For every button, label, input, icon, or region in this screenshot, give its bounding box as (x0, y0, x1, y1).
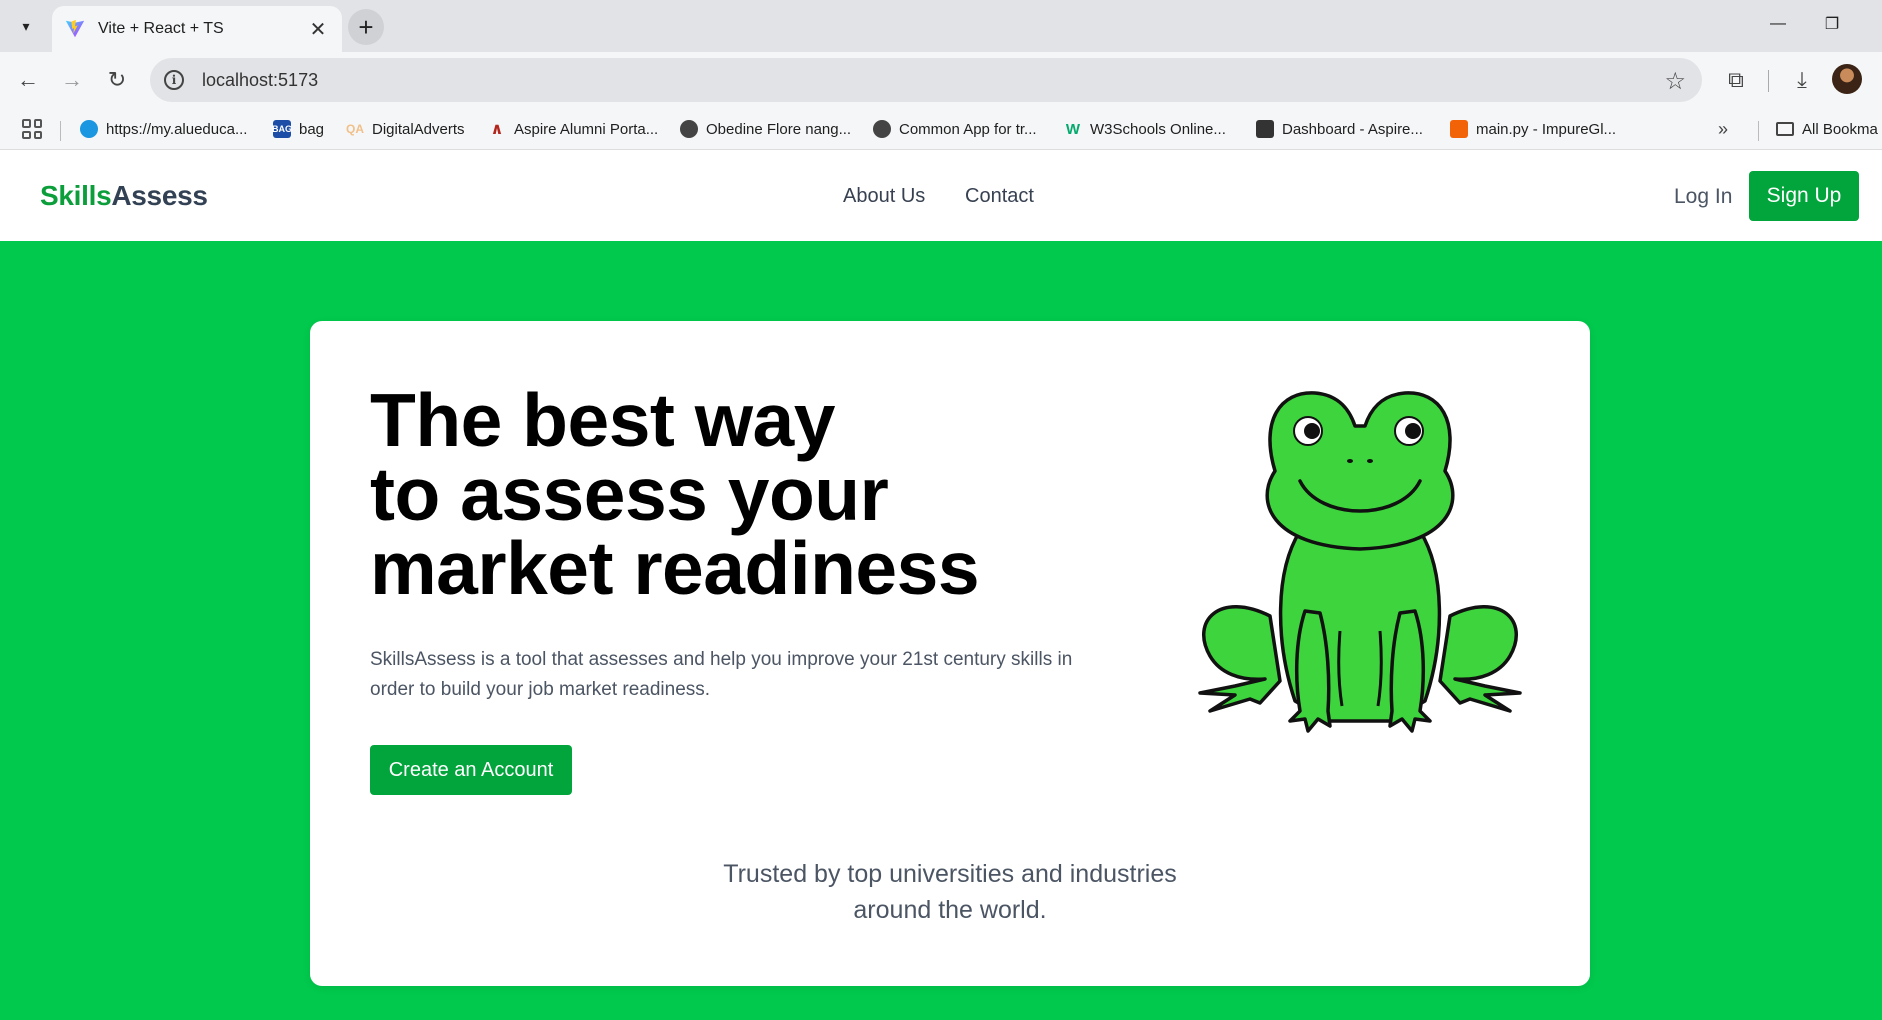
bookmarks-bar: https://my.alueduca... BAG bag QA Digita… (0, 107, 1882, 150)
site-header: SkillsAssess About Us Contact Log In Sig… (0, 150, 1882, 241)
bookmark-item[interactable]: Obedine Flore nang... (680, 116, 851, 142)
site-logo[interactable]: SkillsAssess (40, 180, 208, 212)
all-bookmarks-folder[interactable]: All Bookma (1776, 116, 1878, 142)
bookmark-item[interactable]: main.py - ImpureGl... (1450, 116, 1616, 142)
trusted-line: Trusted by top universities and industri… (723, 860, 1177, 888)
folder-icon (1776, 122, 1794, 136)
qa-icon: QA (346, 122, 364, 136)
login-link[interactable]: Log In (1674, 185, 1732, 209)
logo-part-assess: Assess (111, 180, 208, 211)
forward-arrow-icon[interactable]: → (52, 60, 92, 100)
browser-toolbar: ← → ↻ i localhost:5173 ☆ ⧉ ⤓ (0, 52, 1882, 107)
browser-tab[interactable]: Vite + React + TS ✕ (52, 6, 342, 52)
more-bookmarks-chevron-icon[interactable]: » (1718, 116, 1728, 142)
bookmark-star-icon[interactable]: ☆ (1664, 67, 1686, 96)
browser-tab-strip: ▾ Vite + React + TS ✕ + — ❐ (0, 0, 1882, 52)
replit-icon (1450, 120, 1468, 138)
url-text[interactable]: localhost:5173 (202, 70, 318, 91)
close-tab-icon[interactable]: ✕ (306, 17, 330, 42)
hero-headline: The best way to assess your market readi… (370, 378, 980, 610)
bookmark-item[interactable]: https://my.alueduca... (80, 116, 247, 142)
hero-description: SkillsAssess is a tool that assesses and… (370, 649, 1073, 700)
vite-favicon-icon (65, 19, 85, 38)
bookmarks-divider (60, 121, 61, 141)
bookmark-label: https://my.alueduca... (106, 120, 248, 138)
all-bookmarks-label: All Bookma (1802, 120, 1878, 138)
logo-part-skills: Skills (40, 180, 112, 211)
restore-window-icon[interactable]: ❐ (1812, 8, 1852, 40)
dashboard-icon (1256, 120, 1274, 138)
trusted-line: around the world. (853, 896, 1047, 924)
globe-icon (873, 120, 891, 138)
bookmark-label: DigitalAdverts (372, 120, 465, 138)
bookmark-label: Aspire Alumni Porta... (514, 120, 659, 138)
bookmark-label: bag (299, 120, 325, 138)
apps-grid-icon[interactable] (22, 119, 42, 139)
minimize-icon[interactable]: — (1758, 8, 1798, 40)
w3schools-icon: W (1065, 120, 1081, 138)
bookmark-item[interactable]: W W3Schools Online... (1064, 116, 1226, 142)
signup-button[interactable]: Sign Up (1749, 171, 1859, 221)
create-account-button[interactable]: Create an Account (370, 745, 572, 795)
trusted-by-text: Trusted by top universities and industri… (650, 856, 1250, 928)
bookmark-item[interactable]: ∧ Aspire Alumni Porta... (488, 116, 659, 142)
reload-icon[interactable]: ↻ (97, 60, 137, 100)
toolbar-divider (1768, 70, 1769, 92)
bookmark-label: main.py - ImpureGl... (1476, 120, 1617, 138)
globe-icon (680, 120, 698, 138)
headline-line: The best way (370, 378, 835, 462)
bookmark-item[interactable]: BAG bag (272, 116, 325, 142)
new-tab-button[interactable]: + (348, 9, 384, 45)
tab-title: Vite + React + TS (98, 20, 224, 37)
extensions-puzzle-icon[interactable]: ⧉ (1716, 60, 1756, 100)
nav-link-about-us[interactable]: About Us (843, 185, 925, 208)
salesforce-cloud-icon (80, 120, 98, 138)
hero-card: The best way to assess your market readi… (310, 321, 1590, 986)
address-bar[interactable]: i localhost:5173 ☆ (150, 58, 1702, 102)
bookmark-label: Common App for tr... (899, 120, 1037, 138)
aspire-icon: ∧ (490, 121, 504, 138)
bookmarks-divider (1758, 121, 1759, 141)
headline-line: to assess your (370, 452, 889, 536)
back-arrow-icon[interactable]: ← (8, 60, 48, 100)
site-info-icon[interactable]: i (164, 70, 184, 90)
bag-icon: BAG (272, 120, 292, 138)
bookmark-label: Dashboard - Aspire... (1282, 120, 1423, 138)
nav-link-contact[interactable]: Contact (965, 185, 1034, 208)
frog-illustration (1198, 391, 1522, 733)
profile-avatar[interactable] (1832, 64, 1862, 94)
bookmark-item[interactable]: Common App for tr... (873, 116, 1037, 142)
tab-search-chevron-icon[interactable]: ▾ (10, 10, 42, 42)
bookmark-item[interactable]: Dashboard - Aspire... (1256, 116, 1423, 142)
headline-line: market readiness (370, 526, 980, 610)
bookmark-item[interactable]: QA DigitalAdverts (346, 116, 465, 142)
bookmark-label: W3Schools Online... (1090, 120, 1226, 138)
bookmark-label: Obedine Flore nang... (706, 120, 852, 138)
download-icon[interactable]: ⤓ (1782, 60, 1822, 100)
